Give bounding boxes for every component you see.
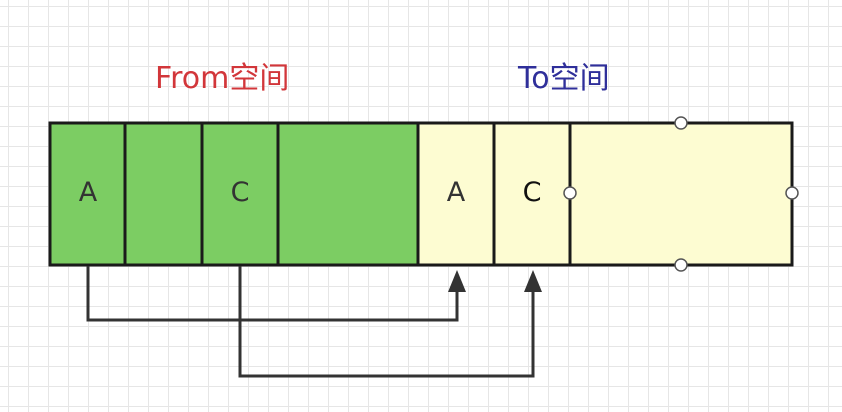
to-cell-1-label: A — [446, 177, 466, 208]
from-cell-2 — [123, 121, 204, 267]
handle-top[interactable] — [674, 116, 688, 130]
handle-right[interactable] — [785, 186, 799, 200]
from-space-label: From空间 — [155, 61, 290, 96]
to-space-label: To空间 — [518, 61, 610, 96]
arrow-c-head — [524, 270, 542, 292]
to-cell-3 — [568, 121, 794, 267]
handle-bottom[interactable] — [674, 258, 688, 272]
from-cell-1-label: A — [78, 177, 98, 208]
arrow-a — [86, 266, 459, 322]
from-cell-4 — [276, 121, 420, 267]
arrow-a-head — [448, 270, 466, 292]
memory-diagram — [48, 116, 799, 378]
to-cell-2-label: C — [522, 177, 542, 208]
handle-left[interactable] — [563, 186, 577, 200]
arrow-a-line — [86, 266, 459, 322]
from-cell-3-label: C — [230, 177, 250, 208]
diagram-canvas: From空间 To空间 A C A C — [0, 0, 842, 412]
